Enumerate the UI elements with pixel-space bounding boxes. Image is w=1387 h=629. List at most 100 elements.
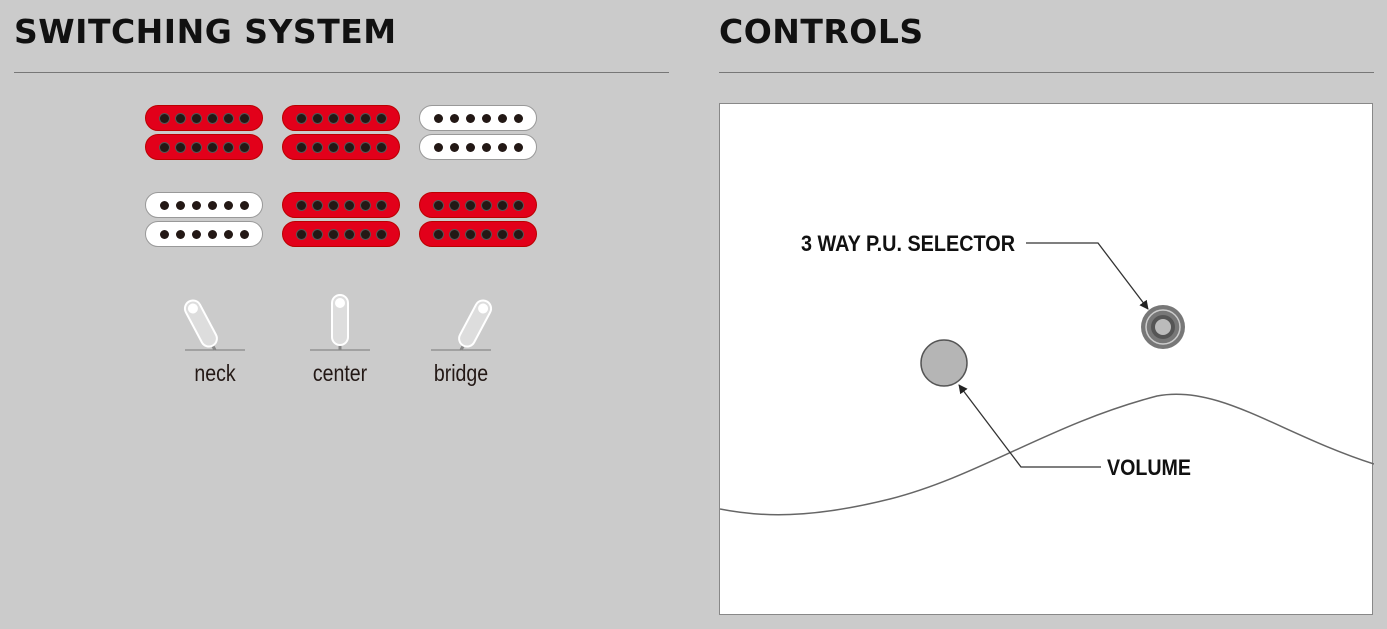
volume-knob [920,339,968,387]
pole-piece [449,200,459,210]
pole-piece [497,229,507,239]
pole-piece [223,142,233,152]
pole-piece [223,113,233,123]
pickup-coil [282,221,400,247]
pole-piece [344,229,354,239]
controls-title: CONTROLS [719,12,924,51]
toggle-switch-icon-neck [165,290,265,360]
pole-piece [376,113,386,123]
pole-piece [376,200,386,210]
pole-piece [376,142,386,152]
pickup-coil [145,105,263,131]
position-label-neck: neck [194,360,236,386]
pole-piece [159,200,169,210]
pole-piece [239,229,249,239]
pole-piece [207,200,217,210]
pole-piece [449,229,459,239]
pickup-coil [145,221,263,247]
pole-piece [497,113,507,123]
controls-diagram: 3 WAY P.U. SELECTOR VOLUME [719,103,1375,615]
pickup-coil [419,105,537,131]
pole-piece [328,142,338,152]
pole-piece [328,200,338,210]
pole-piece [360,229,370,239]
pole-piece [207,229,217,239]
pole-piece [465,229,475,239]
pole-piece [465,200,475,210]
divider [14,72,669,73]
pole-piece [481,229,491,239]
neck-pickup-center [282,105,400,163]
pole-piece [328,113,338,123]
bridge-pickup-center [282,192,400,250]
pole-piece [433,200,443,210]
position-label-center: center [312,360,368,386]
pole-piece [207,142,217,152]
pole-piece [481,113,491,123]
pole-piece [449,142,459,152]
pickup-coil [282,105,400,131]
pickup-coil [419,192,537,218]
volume-label: VOLUME [1107,455,1191,480]
pole-piece [497,200,507,210]
pole-piece [433,229,443,239]
pole-piece [360,113,370,123]
pole-piece [465,113,475,123]
pole-piece [376,229,386,239]
pole-piece [312,229,322,239]
bridge-pickup-bridge [419,192,537,250]
selector-label: 3 WAY P.U. SELECTOR [801,231,1015,256]
pole-piece [159,142,169,152]
body-contour [719,393,1375,516]
pole-piece [481,200,491,210]
selector-switch [1141,305,1185,349]
pole-piece [344,113,354,123]
pole-piece [159,229,169,239]
pole-piece [449,113,459,123]
pickup-coil [145,192,263,218]
toggle-switch-icon-center [290,290,390,360]
pole-piece [191,200,201,210]
pole-piece [513,142,523,152]
pole-piece [223,200,233,210]
pole-piece [312,200,322,210]
volume-leader [958,384,1101,468]
pole-piece [360,200,370,210]
pole-piece [433,113,443,123]
pole-piece [175,200,185,210]
pole-piece [191,142,201,152]
pole-piece [344,200,354,210]
pole-piece [465,142,475,152]
pole-piece [497,142,507,152]
pole-piece [207,113,217,123]
switching-system-title: SWITCHING SYSTEM [14,12,397,51]
pole-piece [344,142,354,152]
pole-piece [191,113,201,123]
pickup-coil [419,221,537,247]
pole-piece [239,200,249,210]
pole-piece [296,142,306,152]
pole-piece [296,113,306,123]
controls-svg: 3 WAY P.U. SELECTOR VOLUME [719,231,1375,516]
pole-piece [312,113,322,123]
pole-piece [239,142,249,152]
pole-piece [513,200,523,210]
pole-piece [159,113,169,123]
pole-piece [513,113,523,123]
pole-piece [296,229,306,239]
neck-pickup-neck [145,105,263,163]
bridge-pickup-neck [145,192,263,250]
pole-piece [360,142,370,152]
pole-piece [433,142,443,152]
selector-leader [1026,242,1149,310]
pole-piece [239,113,249,123]
pole-piece [175,113,185,123]
neck-pickup-bridge [419,105,537,163]
pickup-coil [145,134,263,160]
pickup-coil [419,134,537,160]
pickup-coil [282,134,400,160]
position-label-bridge: bridge [433,360,489,386]
pole-piece [513,229,523,239]
pole-piece [481,142,491,152]
toggle-switch-icon-bridge [411,290,511,360]
